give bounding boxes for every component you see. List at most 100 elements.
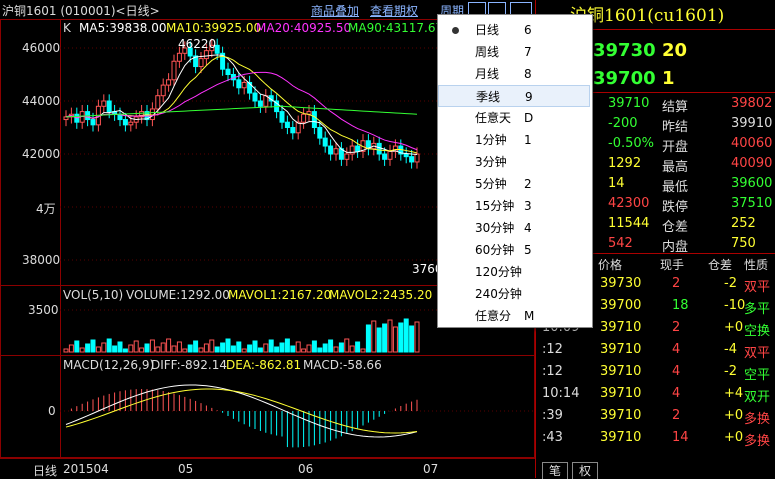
ma90-value: MA90:43117.67	[348, 21, 444, 35]
candle-body	[171, 60, 177, 81]
volume-bar	[230, 345, 236, 353]
volume-bar	[365, 324, 371, 353]
quote-value: 39710	[608, 96, 650, 111]
quote-value: 750	[731, 236, 756, 251]
macd-value: MACD:-58.66	[303, 358, 382, 372]
volume-bar	[160, 342, 166, 353]
menu-item-0[interactable]: 日线 6	[438, 19, 590, 41]
table-cell: 14	[672, 430, 689, 445]
menu-item-9[interactable]: 30分钟 4	[438, 217, 590, 239]
menu-item-7[interactable]: 5分钟 2	[438, 173, 590, 195]
y-tick-40000: 4万	[36, 202, 56, 216]
table-cell: +0	[724, 408, 744, 423]
table-cell: 双平	[744, 280, 771, 295]
table-cell: 39710	[600, 430, 642, 445]
period-menu: 日线 6 周线 7 月线 8 季线 9 任意天 D 1分钟 1 3分钟 5分钟 2 15分钟 3 30分钟 4 60分…	[437, 14, 593, 328]
menu-item-10[interactable]: 60分钟 5	[438, 239, 590, 261]
candle-body	[128, 121, 134, 126]
table-cell: +0	[724, 430, 744, 445]
volume-bar	[414, 321, 420, 353]
table-row: :12 39710 4 -2 空平	[536, 364, 775, 384]
volume-bar	[95, 346, 101, 353]
volume-bar	[338, 342, 344, 353]
table-row: 10:14 39710 4 +4 双开	[536, 386, 775, 406]
volume-bar	[128, 344, 134, 353]
candle-body	[198, 58, 204, 68]
volume-bar	[306, 344, 312, 353]
menu-item-6[interactable]: 3分钟	[438, 151, 590, 173]
candle-body	[403, 153, 409, 158]
tab-trades[interactable]: 笔	[542, 462, 568, 479]
menu-item-12[interactable]: 240分钟	[438, 283, 590, 305]
table-cell: 4	[672, 364, 681, 379]
table-cell: 多换	[744, 412, 771, 427]
menu-item-label: 60分钟	[475, 243, 515, 257]
table-cell: 39730	[600, 276, 642, 291]
menu-item-13[interactable]: 任意分 M	[438, 305, 590, 327]
table-cell: 2	[672, 408, 681, 423]
menu-item-label: 5分钟	[475, 177, 507, 191]
volume-bar	[252, 340, 258, 353]
volume-bar	[166, 338, 172, 353]
volume-bar	[182, 348, 188, 353]
table-cell: 多平	[744, 302, 771, 317]
quote-value: 39802	[731, 96, 773, 111]
candle-body	[257, 100, 263, 107]
table-cell: -2	[724, 364, 737, 379]
vol-y-tick: 3500	[28, 303, 59, 317]
menu-item-shortcut: 6	[524, 23, 532, 37]
menu-item-5[interactable]: 1分钟 1	[438, 129, 590, 151]
menu-item-11[interactable]: 120分钟	[438, 261, 590, 283]
quote-label: 跌停	[662, 200, 689, 215]
candle-body	[122, 119, 128, 126]
menu-item-4[interactable]: 任意天 D	[438, 107, 590, 129]
quote-value: 14	[608, 176, 625, 191]
menu-item-label: 季线	[476, 90, 501, 104]
candle-body	[101, 100, 107, 107]
volume-bar	[85, 343, 91, 353]
menu-item-label: 任意分	[475, 309, 512, 323]
volume-bar	[220, 342, 226, 353]
menu-item-label: 120分钟	[475, 265, 522, 279]
quote-label: 昨结	[662, 120, 689, 135]
volume-bar	[155, 346, 161, 353]
quote-value: -0.50%	[608, 136, 654, 151]
volume-bar	[203, 343, 209, 353]
table-cell: +0	[724, 320, 744, 335]
table-cell: 39710	[600, 320, 642, 335]
volume-bar	[193, 340, 199, 353]
menu-item-label: 周线	[475, 45, 500, 59]
y-tick-46000: 46000	[22, 41, 61, 55]
tab-rights[interactable]: 权	[572, 462, 598, 479]
x-tick-05: 05	[178, 462, 194, 476]
volume-bar	[311, 340, 317, 353]
table-cell: 空换	[744, 324, 771, 339]
ma20-value: MA20:40925.50	[256, 21, 352, 35]
volume-bar	[117, 341, 123, 353]
volume-bar	[392, 326, 398, 353]
volume-bar	[247, 344, 253, 353]
menu-item-1[interactable]: 周线 7	[438, 41, 590, 63]
volume-bar	[214, 346, 220, 353]
volume-bar	[398, 322, 404, 353]
menu-item-label: 月线	[475, 67, 500, 81]
volume-bar	[360, 348, 366, 353]
menu-item-label: 15分钟	[475, 199, 515, 213]
volume-bar	[290, 345, 296, 353]
menu-item-2[interactable]: 月线 8	[438, 63, 590, 85]
volume-bar	[355, 341, 361, 353]
volume-bar	[387, 319, 393, 353]
candle-body	[311, 111, 317, 128]
candle-body	[203, 50, 209, 60]
menu-item-3[interactable]: 季线 9	[438, 85, 590, 107]
y-tick-42000: 42000	[22, 147, 61, 161]
menu-item-shortcut: D	[524, 111, 534, 125]
macd-label: MACD(12,26,9)	[63, 358, 155, 372]
menu-item-label: 3分钟	[475, 155, 507, 169]
table-cell: 多换	[744, 434, 771, 449]
menu-item-shortcut: 1	[524, 133, 532, 147]
menu-item-8[interactable]: 15分钟 3	[438, 195, 590, 217]
quote-value: -200	[608, 116, 638, 131]
quote-value: 39600	[731, 176, 773, 191]
diff-value: DIFF:-892.14	[151, 358, 228, 372]
